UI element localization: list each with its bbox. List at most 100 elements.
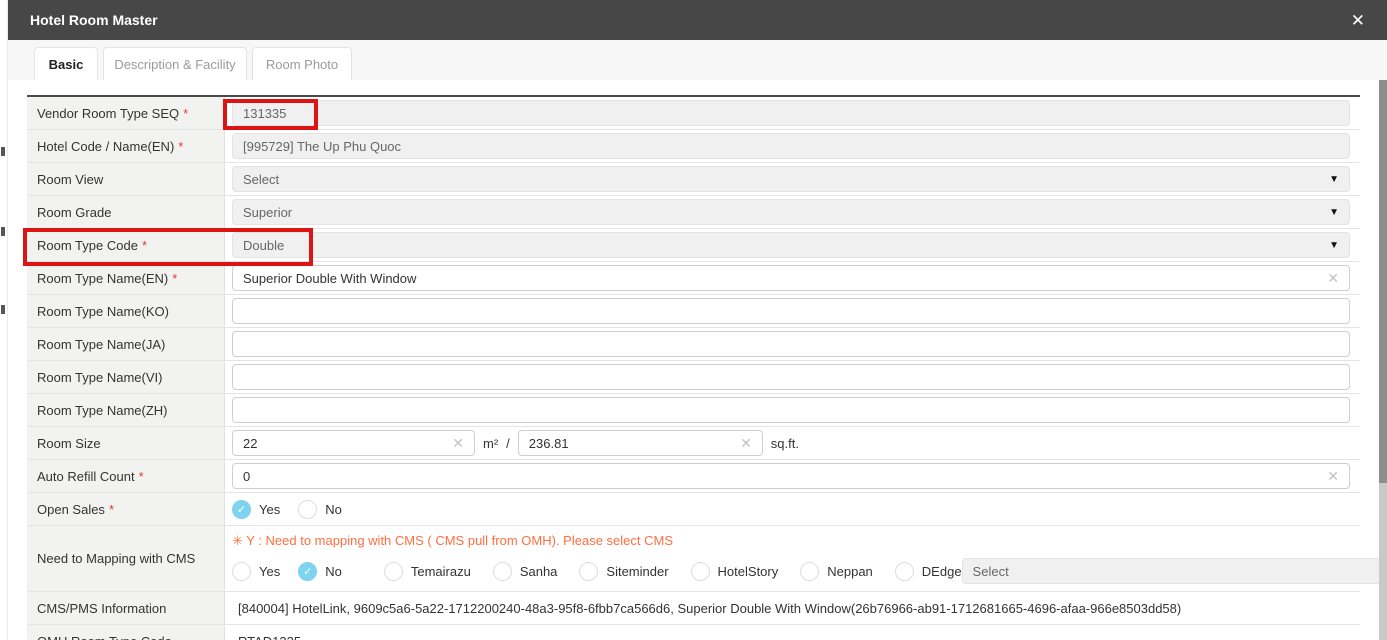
radio-unchecked-icon[interactable] <box>492 561 512 581</box>
row-room-type-name-en: Room Type Name(EN) * Superior Double Wit… <box>27 262 1360 295</box>
field-label: Room Grade <box>27 196 225 228</box>
row-room-type-code: Room Type Code * Double ▼ <box>27 229 1360 262</box>
radio-unchecked-icon[interactable] <box>800 561 820 581</box>
field-label: Room Type Name(JA) <box>27 328 225 360</box>
unit-divider: / <box>506 435 510 451</box>
row-omh-room-type-code: OMH Room Type Code RTAD1335 <box>27 625 1360 640</box>
row-cms-pms-information: CMS/PMS Information [840004] HotelLink, … <box>27 592 1360 625</box>
hotel-room-master-modal: Hotel Room Master ✕ Basic Description & … <box>8 0 1387 640</box>
clear-icon[interactable]: ✕ <box>452 436 464 450</box>
field-label: Room View <box>27 163 225 195</box>
cms-pms-information-value: [840004] HotelLink, 9609c5a6-5a22-171220… <box>238 600 1182 616</box>
modal-body: Vendor Room Type SEQ * 131335 Hotel Code… <box>8 80 1387 640</box>
field-label: Hotel Code / Name(EN) * <box>27 130 225 162</box>
cms-hotelstory-radio[interactable]: HotelStory <box>690 561 778 581</box>
room-size-sqm-input[interactable]: 22 ✕ <box>232 430 475 456</box>
cms-temairazu-radio[interactable]: Temairazu <box>383 561 471 581</box>
radio-unchecked-icon[interactable] <box>894 561 914 581</box>
chevron-down-icon: ▼ <box>1329 239 1339 251</box>
background-text-fragment <box>1 147 5 156</box>
unit-sqm: m² <box>483 435 499 451</box>
auto-refill-count-input[interactable]: 0 ✕ <box>232 463 1350 489</box>
cms-mapping-note: ✳ Y : Need to mapping with CMS ( CMS pul… <box>232 533 673 548</box>
chevron-down-icon: ▼ <box>1329 206 1339 218</box>
row-room-type-name-ja: Room Type Name(JA) <box>27 328 1360 361</box>
room-type-name-ko-input[interactable] <box>232 298 1350 324</box>
field-label: Room Type Name(ZH) <box>27 394 225 426</box>
open-sales-yes-radio[interactable]: ✓ Yes <box>232 499 280 519</box>
room-type-name-zh-input[interactable] <box>232 397 1350 423</box>
radio-checked-icon[interactable]: ✓ <box>298 561 318 581</box>
field-label: Auto Refill Count * <box>27 460 225 492</box>
row-room-type-name-vi: Room Type Name(VI) <box>27 361 1360 394</box>
background-text-fragment <box>1 305 5 314</box>
chevron-down-icon: ▼ <box>1329 173 1339 185</box>
required-asterisk: * <box>141 237 147 253</box>
modal-title: Hotel Room Master <box>30 12 158 28</box>
radio-unchecked-icon[interactable] <box>298 499 318 519</box>
field-label: Room Size <box>27 427 225 459</box>
required-asterisk: * <box>183 105 189 121</box>
field-label: Room Type Code * <box>27 229 225 261</box>
cms-neppan-radio[interactable]: Neppan <box>800 561 873 581</box>
room-type-name-en-input[interactable]: Superior Double With Window ✕ <box>232 265 1350 291</box>
cms-no-radio[interactable]: ✓ No <box>298 561 342 581</box>
room-type-name-ja-input[interactable] <box>232 331 1350 357</box>
row-room-type-name-ko: Room Type Name(KO) <box>27 295 1360 328</box>
cms-yes-radio[interactable]: Yes <box>232 561 280 581</box>
background-text-fragment <box>1 227 5 236</box>
radio-checked-icon[interactable]: ✓ <box>232 499 251 519</box>
room-view-dropdown[interactable]: Select ▼ <box>232 166 1350 192</box>
row-room-size: Room Size 22 ✕ m² / 236.81 ✕ sq.ft. <box>27 427 1360 460</box>
row-hotel-code-name: Hotel Code / Name(EN) * [995729] The Up … <box>27 130 1360 163</box>
required-asterisk: * <box>172 270 178 286</box>
close-icon[interactable]: ✕ <box>1351 12 1365 29</box>
background-page-sliver <box>0 0 8 640</box>
cms-select-dropdown[interactable]: Select ▼ <box>961 558 1387 584</box>
cms-dedge-radio[interactable]: DEdge <box>894 561 962 581</box>
row-room-type-name-zh: Room Type Name(ZH) <box>27 394 1360 427</box>
cms-siteminder-radio[interactable]: Siteminder <box>579 561 669 581</box>
room-size-sqft-input[interactable]: 236.81 ✕ <box>517 430 763 456</box>
cms-radio-group: Yes ✓ No Temairazu Sanha Siteminder Hote… <box>232 558 1387 584</box>
radio-unchecked-icon[interactable] <box>579 561 599 581</box>
required-asterisk: * <box>138 468 144 484</box>
room-type-code-dropdown[interactable]: Double ▼ <box>232 232 1350 258</box>
field-label: Need to Mapping with CMS <box>27 526 225 591</box>
radio-unchecked-icon[interactable] <box>232 561 251 581</box>
field-label: OMH Room Type Code <box>27 625 225 640</box>
field-label: Room Type Name(EN) * <box>27 262 225 294</box>
row-room-view: Room View Select ▼ <box>27 163 1360 196</box>
basic-form-table: Vendor Room Type SEQ * 131335 Hotel Code… <box>27 95 1387 640</box>
room-grade-dropdown[interactable]: Superior ▼ <box>232 199 1350 225</box>
row-need-mapping-cms: Need to Mapping with CMS ✳ Y : Need to m… <box>27 526 1387 592</box>
scrollbar-thumb[interactable] <box>1379 80 1387 483</box>
cms-sanha-radio[interactable]: Sanha <box>492 561 557 581</box>
row-vendor-room-type-seq: Vendor Room Type SEQ * 131335 <box>27 97 1360 130</box>
tab-description-facility[interactable]: Description & Facility <box>103 47 247 81</box>
tab-room-photo[interactable]: Room Photo <box>252 47 352 81</box>
open-sales-no-radio[interactable]: No <box>298 499 342 519</box>
field-label: Room Type Name(VI) <box>27 361 225 393</box>
tab-bar: Basic Description & Facility Room Photo <box>8 40 1387 81</box>
field-label: Room Type Name(KO) <box>27 295 225 327</box>
modal-header: Hotel Room Master ✕ <box>8 0 1387 40</box>
hotel-code-name-input[interactable]: [995729] The Up Phu Quoc <box>232 133 1350 159</box>
clear-icon[interactable]: ✕ <box>1327 469 1339 483</box>
vendor-room-type-seq-input[interactable]: 131335 <box>232 100 1350 126</box>
unit-sqft: sq.ft. <box>770 435 799 451</box>
required-asterisk: * <box>178 138 184 154</box>
field-label: Open Sales * <box>27 493 225 525</box>
screen: Hotel Room Master ✕ Basic Description & … <box>0 0 1387 640</box>
tab-basic[interactable]: Basic <box>34 47 98 81</box>
radio-unchecked-icon[interactable] <box>690 561 710 581</box>
radio-unchecked-icon[interactable] <box>383 561 403 581</box>
row-room-grade: Room Grade Superior ▼ <box>27 196 1360 229</box>
room-type-name-vi-input[interactable] <box>232 364 1350 390</box>
clear-icon[interactable]: ✕ <box>1327 271 1339 285</box>
row-open-sales: Open Sales * ✓ Yes No <box>27 493 1360 526</box>
field-label: CMS/PMS Information <box>27 592 225 624</box>
required-asterisk: * <box>108 501 114 517</box>
clear-icon[interactable]: ✕ <box>740 436 752 450</box>
omh-room-type-code-value: RTAD1335 <box>232 634 301 640</box>
